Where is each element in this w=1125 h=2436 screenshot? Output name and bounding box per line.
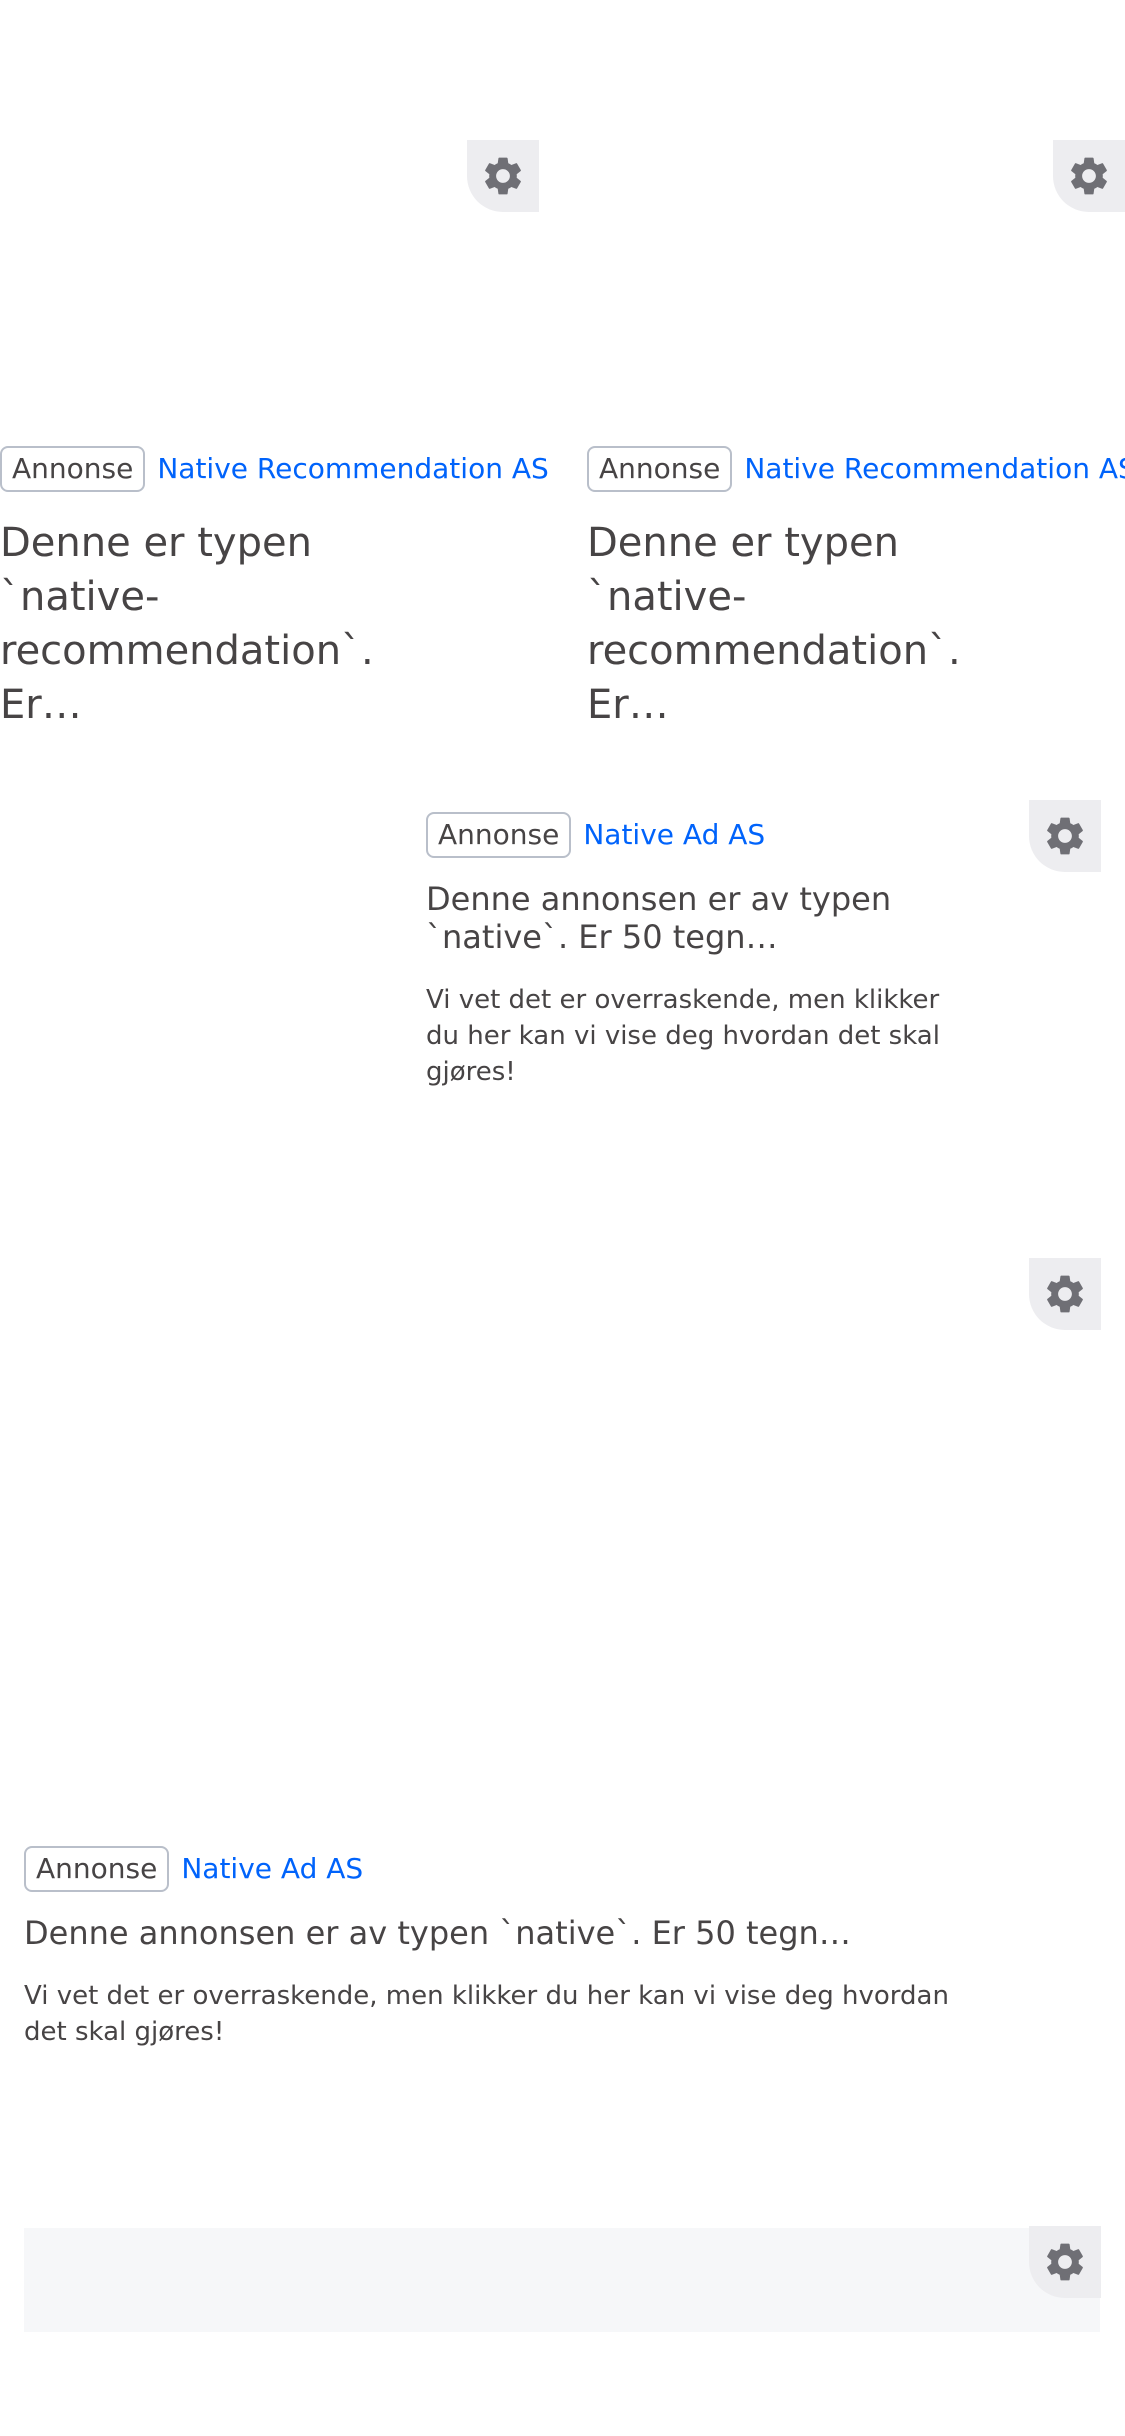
advertiser-link[interactable]: Native Recommendation AS — [744, 452, 1125, 486]
ad-label-badge: Annonse — [587, 446, 733, 492]
ad-settings-button[interactable] — [467, 140, 539, 212]
ad-title[interactable]: Denne annonsen er av typen `native`. Er … — [24, 1914, 984, 1952]
ad-description: Vi vet det er overraskende, men klikker … — [24, 1981, 949, 2047]
ad-placeholder — [24, 2228, 1100, 2332]
gear-icon — [1042, 813, 1088, 859]
ad-label-badge: Annonse — [24, 1846, 170, 1892]
gear-icon — [480, 153, 526, 199]
gear-icon — [1066, 153, 1112, 199]
ad-settings-button[interactable] — [1029, 2226, 1101, 2298]
ad-settings-button[interactable] — [1029, 1258, 1101, 1330]
ad-title[interactable]: Denne annonsen er av typen `native`. Er … — [426, 880, 956, 956]
ad-header: Annonse Native Recommendation AS — [0, 446, 549, 492]
ad-title[interactable]: Denne er typen `native-recommendation`. … — [587, 516, 1027, 732]
gear-icon — [1042, 2239, 1088, 2285]
gear-icon — [1042, 1271, 1088, 1317]
ad-title[interactable]: Denne er typen `native-recommendation`. … — [0, 516, 440, 732]
ad-header: Annonse Native Recommendation AS — [587, 446, 1125, 492]
ad-header: Annonse Native Ad AS — [24, 1846, 984, 1892]
ad-header: Annonse Native Ad AS — [426, 812, 956, 858]
ad-settings-button[interactable] — [1053, 140, 1125, 212]
ad-description: Vi vet det er overraskende, men klikker … — [426, 985, 940, 1087]
advertiser-link[interactable]: Native Ad AS — [583, 818, 765, 852]
native-ad[interactable]: Annonse Native Ad AS Denne annonsen er a… — [426, 812, 956, 1090]
advertiser-link[interactable]: Native Ad AS — [181, 1852, 363, 1886]
advertiser-link[interactable]: Native Recommendation AS — [157, 452, 548, 486]
recommendation-ad[interactable]: Annonse Native Recommendation AS Denne e… — [587, 446, 1125, 732]
recommendation-ad[interactable]: Annonse Native Recommendation AS Denne e… — [0, 446, 549, 732]
ad-label-badge: Annonse — [426, 812, 572, 858]
ad-label-badge: Annonse — [0, 446, 146, 492]
native-ad[interactable]: Annonse Native Ad AS Denne annonsen er a… — [24, 1846, 984, 2050]
ad-settings-button[interactable] — [1029, 800, 1101, 872]
